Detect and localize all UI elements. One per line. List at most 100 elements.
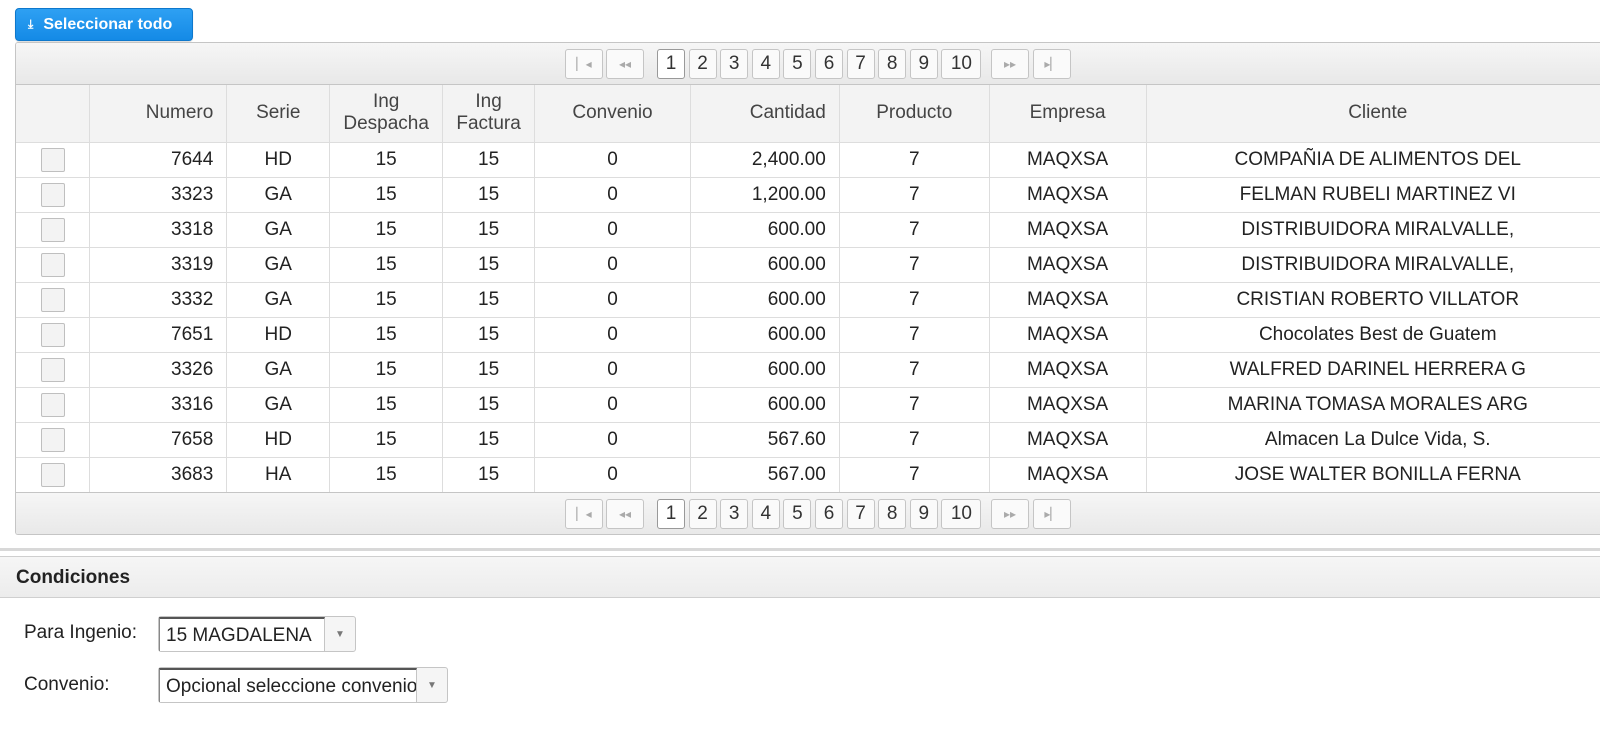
table-cell: HD: [226, 317, 331, 353]
table-row[interactable]: 3326 GA 15 15 0 600.00 7 MAQXSA WALFRED DARINEL …: [16, 352, 1600, 388]
table-cell: GA: [226, 247, 331, 283]
table-row[interactable]: 7651 HD 15 15 0 600.00 7 MAQXSA Chocolates Best …: [16, 317, 1600, 353]
page-button[interactable]: 5: [783, 499, 812, 529]
table-cell: 7658: [89, 422, 228, 458]
page-button[interactable]: 3: [720, 499, 749, 529]
table-row[interactable]: 3319 GA 15 15 0 600.00 7 MAQXSA DISTRIBUIDORA MI…: [16, 247, 1600, 283]
table-cell: MAQXSA: [989, 457, 1147, 493]
table-cell: 15: [329, 282, 444, 318]
convenio-select[interactable]: Opcional seleccione convenio ▼: [158, 667, 448, 703]
table-cell: 7644: [89, 142, 228, 178]
ingenio-value: 15 MAGDALENA: [159, 617, 325, 651]
next-page-button[interactable]: ▸▸: [991, 499, 1029, 529]
table-row[interactable]: 3683 HA 15 15 0 567.00 7 MAQXSA JOSE WALTER BONI…: [16, 457, 1600, 493]
table-cell: 7651: [89, 317, 228, 353]
table-cell: 3318: [89, 212, 228, 248]
table-row[interactable]: 3332 GA 15 15 0 600.00 7 MAQXSA CRISTIAN ROBERTO…: [16, 282, 1600, 318]
column-header[interactable]: Cliente: [1146, 85, 1600, 143]
column-header[interactable]: Ing Despacha: [329, 85, 444, 143]
select-all-button[interactable]: ⤓ Seleccionar todo: [15, 8, 193, 41]
page-button[interactable]: 7: [846, 49, 875, 79]
page-button[interactable]: 3: [720, 49, 749, 79]
last-page-button[interactable]: ▸▏: [1033, 499, 1071, 529]
page-button[interactable]: 9: [909, 499, 938, 529]
row-checkbox[interactable]: [40, 182, 65, 207]
table-cell: 7: [839, 212, 990, 248]
page-button[interactable]: 10: [941, 499, 982, 529]
page-button[interactable]: 8: [878, 499, 907, 529]
table-cell: MAQXSA: [989, 352, 1147, 388]
page-button[interactable]: 2: [688, 49, 717, 79]
row-checkbox[interactable]: [40, 392, 65, 417]
first-page-button[interactable]: ▏◂: [565, 499, 603, 529]
row-checkbox[interactable]: [40, 462, 65, 487]
row-checkbox[interactable]: [40, 147, 65, 172]
table-header-row: Numero Serie Ing Despacha Ing Factura Conven…: [16, 85, 1600, 143]
pager-top: ▏◂ ◂◂ 1 2 3 4 5 6 7 8 9 10 ▸▸ ▸▏: [16, 43, 1600, 85]
row-checkbox[interactable]: [40, 427, 65, 452]
prev-page-button[interactable]: ◂◂: [606, 49, 644, 79]
table-row[interactable]: 3318 GA 15 15 0 600.00 7 MAQXSA DISTRIBUIDORA MI…: [16, 212, 1600, 248]
next-page-icon: ▸▸: [1003, 507, 1017, 521]
first-page-button[interactable]: ▏◂: [565, 49, 603, 79]
row-checkbox[interactable]: [40, 287, 65, 312]
conditions-header: Condiciones: [0, 556, 1600, 598]
page-button[interactable]: 4: [751, 499, 780, 529]
row-checkbox[interactable]: [40, 322, 65, 347]
table-cell: Chocolates Best de Guatem: [1146, 317, 1600, 353]
page-button[interactable]: 6: [815, 49, 843, 79]
column-header[interactable]: Serie: [226, 85, 331, 143]
row-select-cell: [16, 282, 91, 318]
last-page-button[interactable]: ▸▏: [1033, 49, 1071, 79]
page-button[interactable]: 10: [941, 49, 982, 79]
table-cell: 15: [329, 317, 444, 353]
page-button[interactable]: 1: [657, 49, 685, 79]
column-header[interactable]: Producto: [839, 85, 990, 143]
table-cell: 0: [534, 422, 691, 458]
column-header[interactable]: Empresa: [989, 85, 1147, 143]
ingenio-label: Para Ingenio:: [24, 622, 138, 643]
table-cell: 15: [442, 352, 536, 388]
column-header[interactable]: Numero: [89, 85, 228, 143]
page-button[interactable]: 9: [909, 49, 938, 79]
row-checkbox[interactable]: [40, 357, 65, 382]
table-cell: 3326: [89, 352, 228, 388]
table-cell: 15: [442, 457, 536, 493]
row-checkbox[interactable]: [40, 217, 65, 242]
column-header[interactable]: Convenio: [534, 85, 691, 143]
table-row[interactable]: 7644 HD 15 15 0 2,400.00 7 MAQXSA COMPAÑIA DE AL…: [16, 142, 1600, 178]
page-button[interactable]: 6: [815, 499, 843, 529]
next-page-button[interactable]: ▸▸: [991, 49, 1029, 79]
table-cell: 600.00: [690, 212, 840, 248]
table-cell: MAQXSA: [989, 282, 1147, 318]
table-cell: 15: [442, 282, 536, 318]
chevron-down-icon[interactable]: ▼: [325, 617, 355, 651]
table-row[interactable]: 7658 HD 15 15 0 567.60 7 MAQXSA Almacen La Dulce…: [16, 422, 1600, 458]
table-cell: 2,400.00: [690, 142, 840, 178]
table-cell: MAQXSA: [989, 247, 1147, 283]
column-header[interactable]: Ing Factura: [442, 85, 536, 143]
row-checkbox[interactable]: [40, 252, 65, 277]
table-row[interactable]: 3316 GA 15 15 0 600.00 7 MAQXSA MARINA TOMASA MO…: [16, 387, 1600, 423]
table-row[interactable]: 3323 GA 15 15 0 1,200.00 7 MAQXSA FELMAN RUBELI …: [16, 177, 1600, 213]
page-button[interactable]: 4: [751, 49, 780, 79]
ingenio-select[interactable]: 15 MAGDALENA ▼: [158, 616, 356, 652]
table-cell: 567.60: [690, 422, 840, 458]
table-cell: 15: [329, 422, 444, 458]
page-button[interactable]: 2: [688, 499, 717, 529]
chevron-down-icon[interactable]: ▼: [417, 668, 447, 702]
page-button[interactable]: 1: [657, 499, 685, 529]
column-header[interactable]: Cantidad: [690, 85, 840, 143]
page-button[interactable]: 8: [878, 49, 907, 79]
table-cell: MAQXSA: [989, 422, 1147, 458]
page-button[interactable]: 5: [783, 49, 812, 79]
page-button[interactable]: 7: [846, 499, 875, 529]
table-cell: 15: [442, 212, 536, 248]
table-cell: MAQXSA: [989, 177, 1147, 213]
table-cell: GA: [226, 352, 331, 388]
pager-bottom: ▏◂ ◂◂ 1 2 3 4 5 6 7 8 9 10 ▸▸ ▸▏: [16, 492, 1600, 534]
table-cell: 15: [442, 387, 536, 423]
prev-page-button[interactable]: ◂◂: [606, 499, 644, 529]
table-cell: GA: [226, 212, 331, 248]
table-cell: GA: [226, 387, 331, 423]
